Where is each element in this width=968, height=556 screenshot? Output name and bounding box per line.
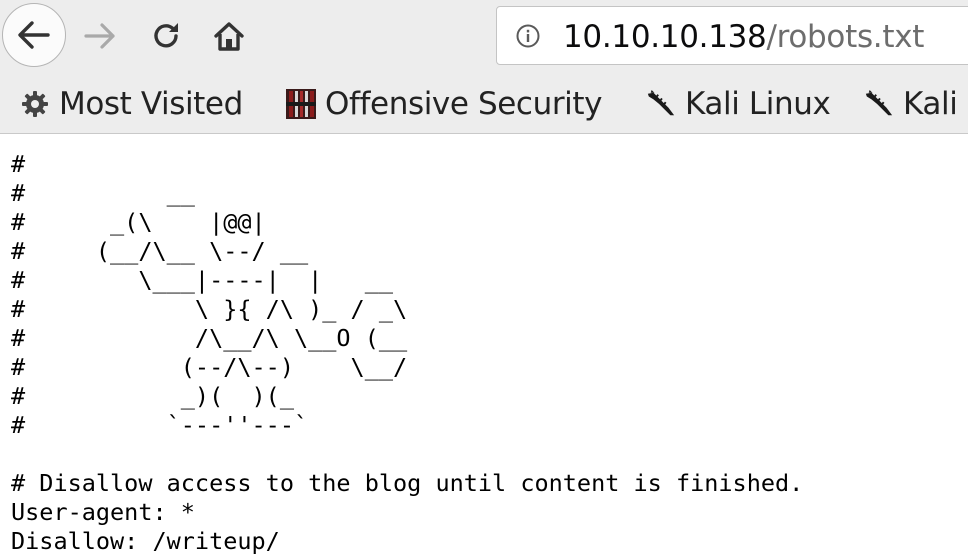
- browser-toolbar: 10.10.10.138/robots.txt Most Visited Off…: [0, 0, 968, 134]
- bookmarks-toolbar: Most Visited Offensive Security Kali Lin…: [0, 82, 968, 126]
- reload-button[interactable]: [146, 16, 186, 56]
- info-icon[interactable]: [516, 24, 540, 48]
- bookmark-most-visited[interactable]: Most Visited: [20, 82, 243, 126]
- bookmark-kali-linux[interactable]: Kali Linux: [646, 82, 831, 126]
- bookmark-label: Kali: [903, 86, 958, 122]
- robots-txt-content: # # __ # _(\ |@@| # (__/\__ \--/ __ # \_…: [11, 150, 804, 555]
- home-button[interactable]: [209, 16, 249, 56]
- back-arrow-icon: [18, 21, 50, 49]
- bookmark-label: Offensive Security: [325, 86, 603, 122]
- kali-dragon-icon: [864, 89, 894, 119]
- address-bar[interactable]: 10.10.10.138/robots.txt: [496, 6, 968, 65]
- home-icon: [214, 22, 244, 51]
- back-button[interactable]: [2, 3, 66, 67]
- bookmark-label: Kali Linux: [685, 86, 831, 122]
- forward-button[interactable]: [80, 16, 120, 56]
- reload-icon: [154, 23, 178, 48]
- url-text[interactable]: 10.10.10.138/robots.txt: [563, 18, 924, 56]
- bookmark-kali[interactable]: Kali: [864, 82, 958, 126]
- gear-icon: [20, 89, 50, 119]
- bookmark-label: Most Visited: [59, 86, 243, 122]
- kali-dragon-icon: [646, 89, 676, 119]
- forward-arrow-icon: [84, 23, 115, 49]
- offsec-logo-icon: [286, 89, 316, 119]
- url-host: 10.10.10.138: [563, 19, 767, 55]
- bookmark-offensive-security[interactable]: Offensive Security: [286, 82, 602, 126]
- url-path: /robots.txt: [766, 19, 925, 55]
